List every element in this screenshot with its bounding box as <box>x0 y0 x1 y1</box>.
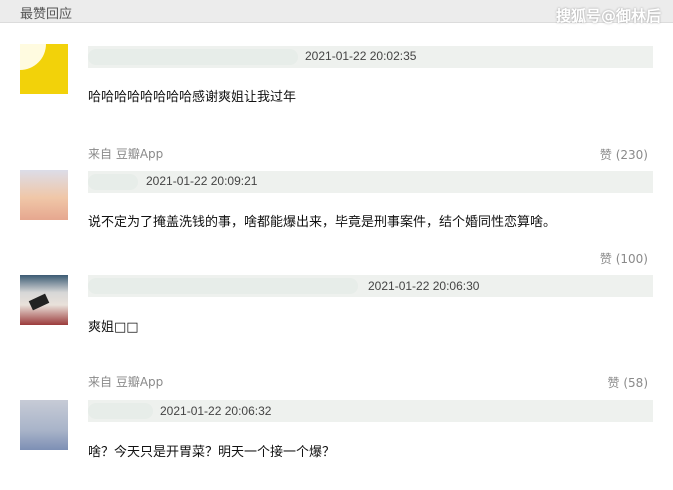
avatar[interactable] <box>20 275 68 325</box>
redacted-username <box>88 174 138 190</box>
avatar[interactable] <box>20 44 68 94</box>
avatar[interactable] <box>20 170 68 220</box>
comment-text: 哈哈哈哈哈哈哈哈感谢爽姐让我过年 <box>88 90 297 105</box>
comment-text: 爽姐□□ <box>88 320 139 335</box>
redacted-username <box>88 278 358 294</box>
redacted-username <box>88 403 153 419</box>
comment-text: 说不定为了掩盖洗钱的事，啥都能爆出来，毕竟是刑事案件，结个婚同性恋算啥。 <box>88 215 557 230</box>
comment-timestamp: 2021-01-22 20:09:21 <box>146 174 258 188</box>
section-header: 最赞回应 搜狐号@御林后 <box>0 0 673 25</box>
like-button[interactable]: 赞 (230) <box>600 146 648 163</box>
comment-timestamp: 2021-01-22 20:06:30 <box>368 279 480 293</box>
section-title: 最赞回应 <box>20 7 73 22</box>
comment-source: 来自 豆瓣App <box>88 147 164 161</box>
redacted-username <box>88 49 298 65</box>
comment-timestamp: 2021-01-22 20:06:32 <box>160 404 272 418</box>
comment-timestamp: 2021-01-22 20:02:35 <box>305 49 417 63</box>
avatar[interactable] <box>20 400 68 450</box>
watermark: 搜狐号@御林后 <box>555 7 661 25</box>
like-button[interactable]: 赞 (58) <box>608 374 648 391</box>
like-button[interactable]: 赞 (100) <box>600 250 648 267</box>
comment-source: 来自 豆瓣App <box>88 375 164 389</box>
comment-text: 啥？今天只是开胃菜？明天一个接一个爆？ <box>88 445 336 460</box>
